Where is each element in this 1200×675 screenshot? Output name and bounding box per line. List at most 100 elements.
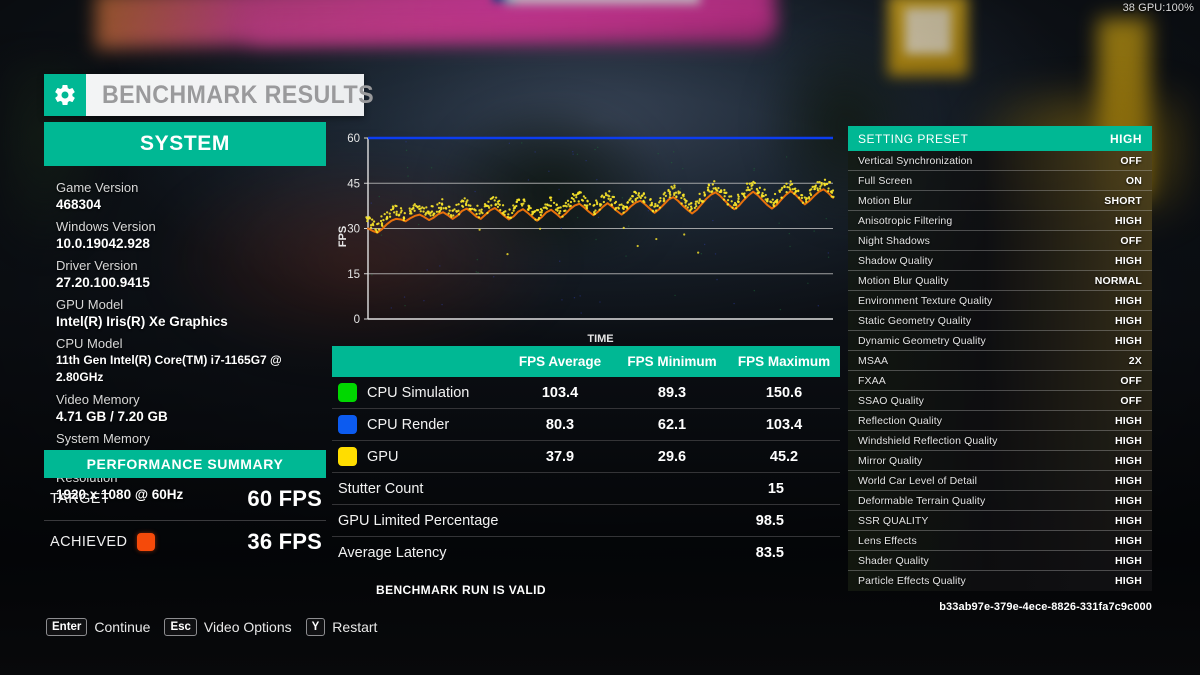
setting-row[interactable]: Full Screen ON: [848, 171, 1152, 191]
svg-text:15: 15: [347, 269, 360, 281]
system-info-value: 468304: [56, 197, 102, 212]
stats-header-avg: FPS Average: [518, 354, 602, 369]
setting-label: Dynamic Geometry Quality: [858, 334, 986, 347]
setting-value: HIGH: [1114, 314, 1142, 327]
series-name: GPU: [367, 448, 399, 465]
setting-label: MSAA: [858, 354, 889, 367]
setting-row[interactable]: Shadow Quality HIGH: [848, 251, 1152, 271]
series-color-swatch: [338, 447, 357, 466]
setting-value: HIGH: [1114, 214, 1142, 227]
stats-single-value: 15: [767, 480, 784, 497]
setting-row[interactable]: Reflection Quality HIGH: [848, 411, 1152, 431]
setting-row[interactable]: FXAA OFF: [848, 371, 1152, 391]
stats-cell-avg: 80.3: [545, 416, 575, 433]
stats-row-label: Average Latency: [338, 545, 447, 561]
achieved-value: 36 FPS: [247, 528, 322, 554]
system-info-label: GPU Model: [56, 297, 124, 312]
series-color-swatch: [338, 415, 357, 434]
system-info-label: Windows Version: [56, 219, 156, 234]
key-action-label: Video Options: [203, 619, 292, 635]
stats-cell-min: 29.6: [657, 448, 687, 465]
setting-row[interactable]: Motion Blur Quality NORMAL: [848, 271, 1152, 291]
series-name: CPU Render: [367, 416, 450, 433]
setting-row[interactable]: Particle Effects Quality HIGH: [848, 571, 1152, 591]
stats-single-value: 83.5: [755, 545, 784, 561]
setting-value: HIGH: [1114, 494, 1142, 507]
setting-row[interactable]: MSAA 2X: [848, 351, 1152, 371]
setting-value: HIGH: [1114, 254, 1142, 267]
table-row: GPU 37.9 29.6 45.2: [332, 441, 840, 473]
key-action-label: Continue: [94, 619, 151, 635]
gear-icon: [44, 74, 86, 116]
setting-value: HIGH: [1114, 554, 1142, 567]
setting-row[interactable]: Motion Blur SHORT: [848, 191, 1152, 211]
setting-value: OFF: [1120, 374, 1142, 387]
setting-label: Mirror Quality: [858, 454, 923, 467]
series-color-swatch: [338, 383, 357, 402]
setting-row[interactable]: Dynamic Geometry Quality HIGH: [848, 331, 1152, 351]
stats-header-min: FPS Minimum: [627, 354, 717, 369]
system-info-label: Video Memory: [56, 392, 140, 407]
key-hint[interactable]: Y Restart: [305, 618, 378, 636]
setting-value: NORMAL: [1094, 274, 1142, 287]
setting-preset-label: SETTING PRESET: [858, 131, 969, 146]
system-info-value: 4.71 GB / 7.20 GB: [56, 409, 168, 424]
svg-text:45: 45: [347, 178, 360, 190]
setting-row[interactable]: Static Geometry Quality HIGH: [848, 311, 1152, 331]
system-info-value: 11th Gen Intel(R) Core(TM) i7-1165G7 @ 2…: [56, 353, 282, 384]
target-label: TARGET: [50, 491, 111, 507]
setting-label: Deformable Terrain Quality: [858, 494, 986, 507]
setting-row[interactable]: Windshield Reflection Quality HIGH: [848, 431, 1152, 451]
key-cap: Esc: [164, 618, 197, 636]
setting-row[interactable]: SSR QUALITY HIGH: [848, 511, 1152, 531]
setting-label: Motion Blur Quality: [858, 274, 949, 287]
stats-cell-max: 103.4: [765, 416, 803, 433]
setting-row[interactable]: World Car Level of Detail HIGH: [848, 471, 1152, 491]
footer-key-hints: Enter Continue Esc Video Options Y Restart: [46, 618, 377, 636]
system-panel-heading: SYSTEM: [44, 122, 326, 166]
achieved-status-badge: [137, 532, 156, 551]
stats-row-label: Stutter Count: [338, 480, 424, 497]
setting-row[interactable]: Shader Quality HIGH: [848, 551, 1152, 571]
performance-summary-panel: PERFORMANCE SUMMARY TARGET 60 FPS ACHIEV…: [44, 450, 326, 562]
table-row: GPU Limited Percentage 98.5: [332, 505, 840, 537]
setting-label: Night Shadows: [858, 234, 930, 247]
fps-statistics-table: FPS Average FPS Minimum FPS Maximum CPU …: [332, 346, 840, 569]
key-hint[interactable]: Enter Continue: [46, 618, 150, 636]
setting-label: SSR QUALITY: [858, 514, 929, 527]
system-info-label: CPU Model: [56, 336, 123, 351]
stats-cell-avg: 37.9: [545, 448, 575, 465]
table-row: CPU Simulation 103.4 89.3 150.6: [332, 377, 840, 409]
setting-row[interactable]: SSAO Quality OFF: [848, 391, 1152, 411]
setting-label: Motion Blur: [858, 194, 913, 207]
key-hint[interactable]: Esc Video Options: [164, 618, 292, 636]
stats-header-max: FPS Maximum: [737, 354, 831, 369]
system-info-label: System Memory: [56, 431, 150, 446]
stats-cell-max: 45.2: [769, 448, 799, 465]
setting-label: Shader Quality: [858, 554, 929, 567]
setting-row[interactable]: Night Shadows OFF: [848, 231, 1152, 251]
system-info-label: Driver Version: [56, 258, 138, 273]
setting-row[interactable]: Vertical Synchronization OFF: [848, 151, 1152, 171]
setting-label: Environment Texture Quality: [858, 294, 993, 307]
benchmark-results-screen: 38 GPU:100% BENCHMARK RESULTS SYSTEM Gam…: [0, 0, 1200, 675]
stats-row-label: GPU: [332, 447, 504, 466]
setting-row[interactable]: Anisotropic Filtering HIGH: [848, 211, 1152, 231]
system-info-row: Windows Version 10.0.19042.928: [56, 219, 326, 252]
setting-row[interactable]: Deformable Terrain Quality HIGH: [848, 491, 1152, 511]
setting-value: HIGH: [1114, 514, 1142, 527]
key-cap: Y: [305, 618, 326, 636]
key-action-label: Restart: [332, 619, 378, 635]
setting-label: Anisotropic Filtering: [858, 214, 953, 227]
system-info-row: Driver Version 27.20.100.9415: [56, 258, 326, 291]
setting-value: HIGH: [1114, 334, 1142, 347]
setting-row[interactable]: Lens Effects HIGH: [848, 531, 1152, 551]
stats-row-label: GPU Limited Percentage: [338, 512, 499, 529]
setting-row[interactable]: Mirror Quality HIGH: [848, 451, 1152, 471]
svg-text:30: 30: [347, 224, 360, 236]
svg-text:TIME: TIME: [587, 333, 613, 345]
stats-cell-max: 150.6: [765, 384, 803, 401]
setting-value: HIGH: [1114, 575, 1142, 587]
setting-row[interactable]: Environment Texture Quality HIGH: [848, 291, 1152, 311]
setting-label: Windshield Reflection Quality: [858, 434, 998, 447]
